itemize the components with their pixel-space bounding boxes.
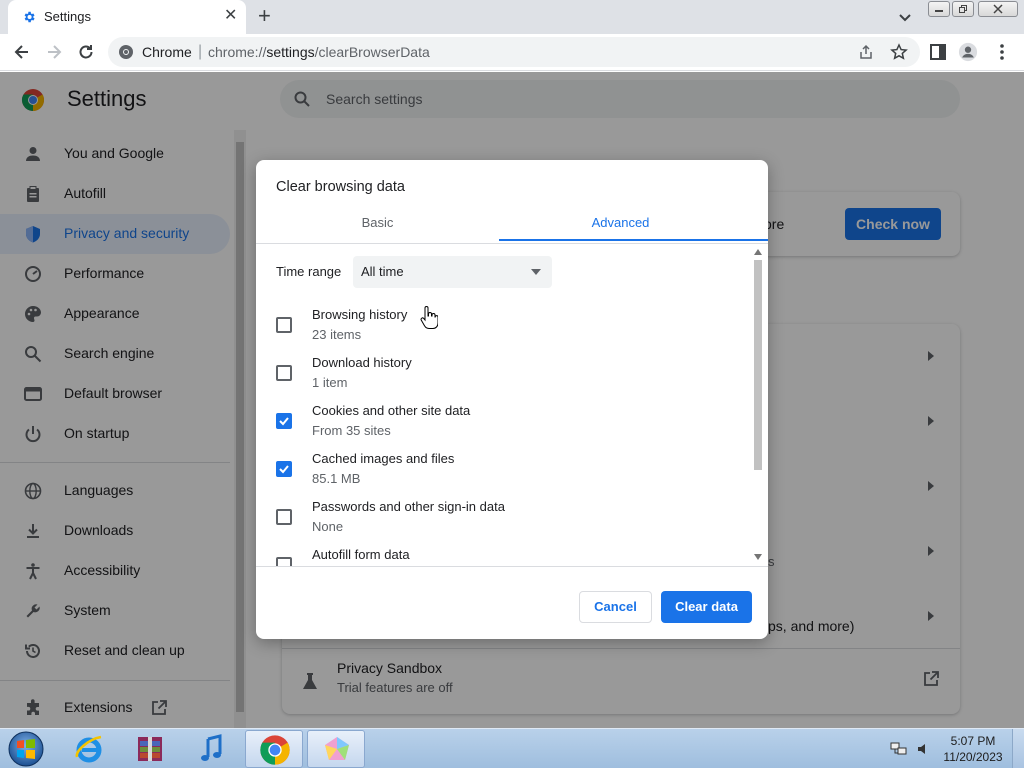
url-host: settings: [266, 44, 315, 60]
scroll-down-arrow-icon[interactable]: [754, 554, 762, 560]
item-subtitle: 23 items: [312, 327, 362, 342]
omnibox-url: chrome://settings/clearBrowserData: [208, 44, 430, 60]
tab-search-chevron-icon[interactable]: [896, 8, 914, 26]
item-title: Cookies and other site data: [312, 403, 471, 418]
list-item-cached-images[interactable]: Cached images and files 85.1 MB: [256, 448, 750, 496]
tab-strip: Settings ✕ +: [0, 0, 1024, 34]
dialog-content-scroll-area: Time range All time Browsing history 23 …: [256, 244, 768, 566]
new-tab-icon[interactable]: +: [258, 5, 271, 27]
restore-icon: [959, 5, 967, 13]
dialog-scrollbar[interactable]: [752, 244, 764, 566]
taskbar-paint-app[interactable]: [307, 730, 365, 768]
close-window-button[interactable]: [978, 1, 1018, 17]
omnibox-separator: |: [198, 43, 203, 60]
internet-explorer-icon: [75, 735, 102, 763]
checkmark-icon: [279, 417, 289, 426]
clear-data-button[interactable]: Clear data: [661, 591, 752, 623]
item-subtitle: 1 item: [312, 375, 348, 390]
share-icon[interactable]: [858, 44, 874, 60]
close-window-icon: [993, 4, 1003, 14]
windows-taskbar: 5:07 PM 11/20/2023: [0, 728, 1024, 768]
time-range-value: All time: [361, 264, 404, 279]
item-title: Autofill form data: [312, 547, 410, 562]
item-subtitle: 85.1 MB: [312, 471, 361, 486]
item-title: Passwords and other sign-in data: [312, 499, 505, 514]
restore-button[interactable]: [952, 1, 974, 17]
tab-selected-indicator: [499, 239, 768, 241]
checkbox-checked[interactable]: [276, 461, 292, 477]
settings-gear-icon: [24, 11, 35, 23]
clear-browsing-data-dialog: Clear browsing data Basic Advanced Time …: [256, 160, 768, 639]
volume-icon[interactable]: [916, 741, 932, 757]
side-panel-icon[interactable]: [928, 42, 948, 62]
show-desktop-button[interactable]: [1012, 729, 1024, 768]
taskbar-chrome[interactable]: [245, 730, 303, 768]
back-arrow-icon[interactable]: [12, 42, 32, 62]
forward-arrow-icon[interactable]: [44, 42, 64, 62]
checkmark-icon: [279, 465, 289, 474]
time-range-select[interactable]: All time: [353, 256, 552, 288]
start-button-icon[interactable]: [4, 730, 48, 768]
checkbox[interactable]: [276, 509, 292, 525]
url-scheme: chrome://: [208, 44, 267, 60]
list-item-browsing-history[interactable]: Browsing history 23 items: [256, 304, 750, 352]
url-path: /clearBrowserData: [314, 44, 430, 60]
item-title: Browsing history: [312, 307, 408, 322]
footer-divider: [256, 566, 768, 567]
chrome-icon: [260, 735, 290, 765]
music-app-icon: [201, 734, 222, 761]
browser-toolbar: Chrome | chrome://settings/clearBrowserD…: [0, 34, 1024, 71]
paint-app-icon: [325, 737, 349, 760]
dialog-scrollbar-thumb[interactable]: [754, 260, 762, 470]
tab-advanced[interactable]: Advanced: [499, 215, 742, 230]
item-subtitle: None: [312, 519, 344, 534]
list-item-autofill-form-data[interactable]: Autofill form data: [256, 544, 750, 566]
cancel-button[interactable]: Cancel: [579, 591, 652, 623]
tab-title: Settings: [44, 9, 91, 24]
bookmark-star-icon[interactable]: [890, 43, 908, 61]
time-range-label: Time range: [276, 264, 342, 279]
profile-avatar-icon[interactable]: [958, 42, 978, 62]
item-subtitle: From 35 sites: [312, 423, 391, 438]
network-icon[interactable]: [890, 741, 908, 757]
dialog-title: Clear browsing data: [276, 179, 405, 195]
archive-app-icon: [138, 737, 162, 761]
dropdown-arrow-icon: [531, 269, 541, 275]
more-menu-icon[interactable]: [992, 42, 1012, 62]
address-bar[interactable]: Chrome | chrome://settings/clearBrowserD…: [108, 37, 920, 67]
list-item-download-history[interactable]: Download history 1 item: [256, 352, 750, 400]
list-item-cookies[interactable]: Cookies and other site data From 35 site…: [256, 400, 750, 448]
tab-close-icon[interactable]: ✕: [224, 8, 237, 24]
checkbox[interactable]: [276, 365, 292, 381]
tab-settings[interactable]: Settings ✕: [8, 0, 246, 34]
taskbar-internet-explorer[interactable]: [60, 730, 118, 768]
item-title: Cached images and files: [312, 451, 455, 466]
minimize-icon: [935, 10, 943, 12]
tab-basic[interactable]: Basic: [256, 215, 499, 230]
tray-clock-time[interactable]: 5:07 PM: [940, 734, 1006, 748]
reload-icon[interactable]: [76, 42, 96, 62]
taskbar-archive-app[interactable]: [121, 730, 179, 768]
list-item-passwords[interactable]: Passwords and other sign-in data None: [256, 496, 750, 544]
tray-clock-date[interactable]: 11/20/2023: [940, 750, 1006, 764]
item-title: Download history: [312, 355, 412, 370]
hand-cursor-icon: [420, 306, 438, 329]
checkbox-checked[interactable]: [276, 413, 292, 429]
checkbox[interactable]: [276, 557, 292, 566]
checkbox[interactable]: [276, 317, 292, 333]
scroll-up-arrow-icon[interactable]: [754, 249, 762, 255]
chrome-site-icon: [119, 45, 133, 59]
taskbar-music-app[interactable]: [183, 730, 241, 768]
omnibox-site-label: Chrome: [142, 44, 192, 60]
minimize-button[interactable]: [928, 1, 950, 17]
